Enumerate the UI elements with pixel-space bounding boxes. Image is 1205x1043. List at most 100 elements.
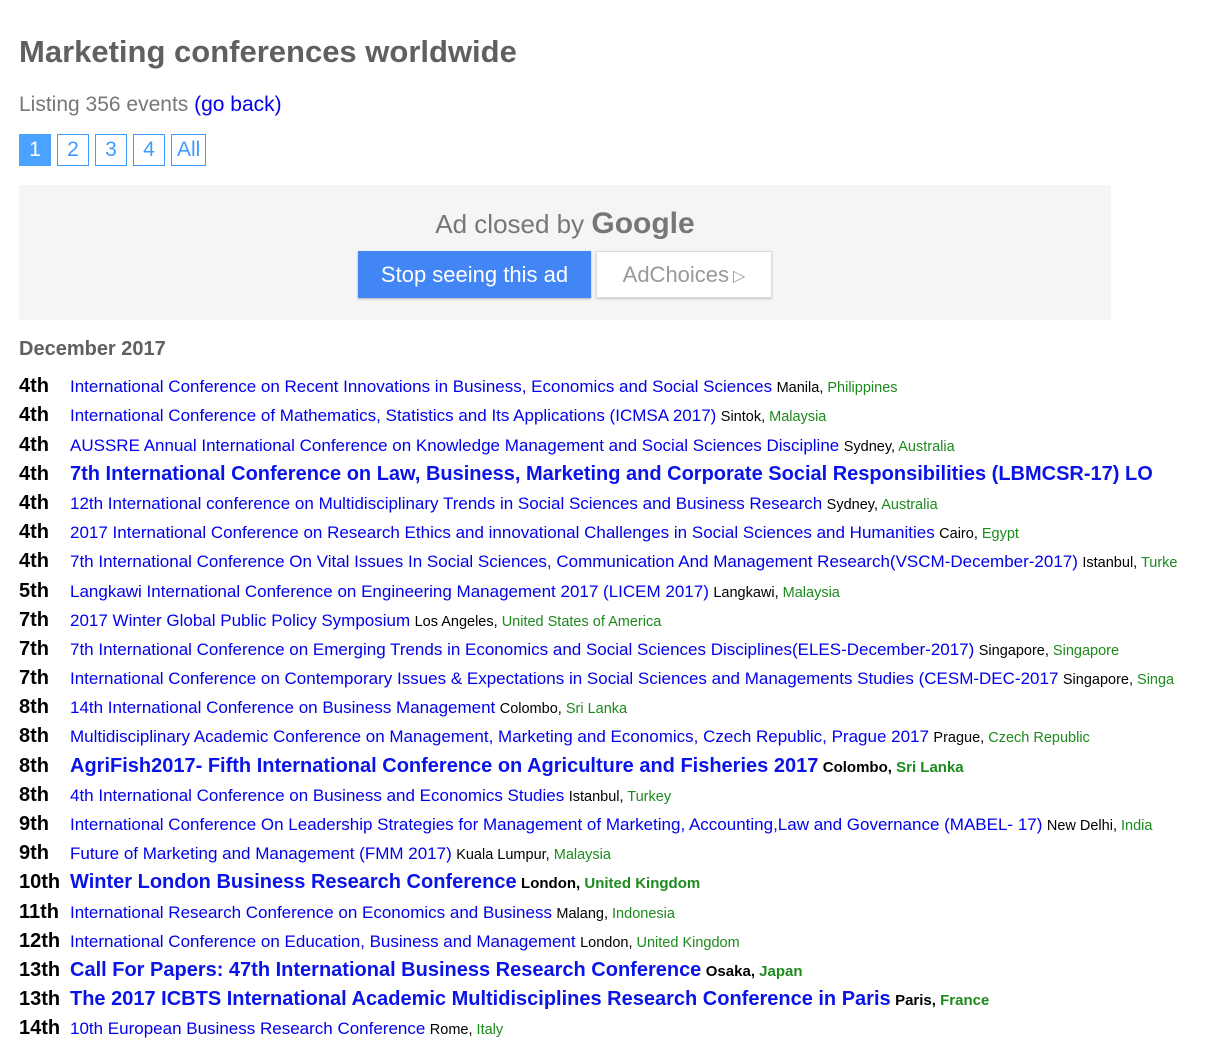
event-country: United States of America — [501, 613, 662, 630]
event-day: 8th — [19, 783, 49, 806]
event-city: Singapore — [1062, 672, 1129, 689]
event-row: 7th International Conference on Contempor… — [19, 664, 1205, 693]
event-row: 11th International Research Conference on… — [19, 897, 1205, 926]
event-row: 4th AUSSRE Annual International Conferenc… — [19, 430, 1205, 459]
stop-seeing-ad-button[interactable]: Stop seeing this ad — [358, 251, 591, 298]
event-title-link[interactable]: 4th International Conference on Business… — [70, 786, 564, 805]
event-day: 11th — [19, 900, 60, 923]
event-row: 13th The 2017 ICBTS International Academi… — [19, 985, 1205, 1014]
event-info: Future of Marketing and Management (FMM … — [70, 844, 611, 864]
event-day: 10th — [19, 871, 61, 894]
page-button-all[interactable]: All — [171, 134, 207, 166]
event-city: London — [521, 875, 577, 893]
event-city: Osaka — [705, 962, 751, 980]
event-day: 14th — [19, 1017, 61, 1040]
event-day: 4th — [19, 433, 49, 456]
event-day: 5th — [19, 579, 49, 602]
event-day: 4th — [19, 491, 49, 514]
event-title-link[interactable]: AgriFish2017- Fifth International Confer… — [70, 755, 818, 777]
event-info: International Conference on Contemporary… — [70, 669, 1175, 689]
event-title-link[interactable]: International Conference of Mathematics,… — [70, 406, 716, 425]
event-title-link[interactable]: Langkawi International Conference on Eng… — [70, 582, 709, 601]
event-day: 4th — [19, 375, 49, 398]
adchoices-button[interactable]: AdChoices ▷ — [596, 251, 772, 298]
event-title-link[interactable]: 14th International Conference on Busines… — [70, 698, 495, 717]
event-country: Sri Lanka — [896, 758, 964, 776]
event-day: 8th — [19, 754, 49, 777]
event-info: 2017 Winter Global Public Policy Symposi… — [70, 610, 662, 630]
event-country: Malaysia — [769, 409, 827, 426]
event-info: 12th International conference on Multidi… — [70, 493, 938, 513]
event-day: 4th — [19, 462, 49, 485]
event-title-link[interactable]: Winter London Business Research Conferen… — [70, 871, 517, 893]
event-row: 4th 7th International Conference on Law, … — [19, 460, 1205, 489]
event-day: 13th — [19, 988, 61, 1011]
event-city: Langkawi — [713, 584, 775, 601]
event-row: 9th International Conference On Leadershi… — [19, 810, 1205, 839]
event-info: International Conference of Mathematics,… — [70, 406, 827, 426]
go-back-link[interactable]: (go back) — [194, 93, 282, 116]
event-info: International Conference on Recent Innov… — [70, 377, 898, 397]
ad-closed-panel: Ad closed by Google Stop seeing this ad … — [19, 185, 1111, 320]
event-city: Rome — [429, 1022, 469, 1039]
page-button-1[interactable]: 1 — [19, 134, 51, 166]
event-info: 4th International Conference on Business… — [70, 785, 672, 805]
event-info: Winter London Business Research Conferen… — [70, 871, 701, 894]
event-country: Czech Republic — [988, 730, 1090, 747]
ad-closed-text: Ad closed by — [435, 209, 592, 239]
event-info: 7th International Conference On Vital Is… — [70, 552, 1178, 572]
event-row: 7th 7th International Conference on Emerg… — [19, 635, 1205, 664]
event-city: Singapore — [978, 642, 1045, 659]
event-title-link[interactable]: 10th European Business Research Conferen… — [70, 1019, 425, 1038]
event-city: Los Angeles — [414, 613, 494, 630]
event-city: Sydney — [826, 496, 874, 513]
event-row: 5th Langkawi International Conference on … — [19, 576, 1205, 605]
page-button-4[interactable]: 4 — [133, 134, 165, 166]
event-title-link[interactable]: The 2017 ICBTS International Academic Mu… — [70, 988, 891, 1010]
page-button-2[interactable]: 2 — [57, 134, 89, 166]
event-country: India — [1121, 818, 1153, 834]
event-title-link[interactable]: 7th International Conference on Emerging… — [70, 640, 974, 659]
event-title-link[interactable]: International Research Conference on Eco… — [70, 903, 552, 922]
event-country: Turke — [1140, 555, 1178, 572]
event-title-link[interactable]: 2017 Winter Global Public Policy Symposi… — [70, 611, 410, 630]
event-title-link[interactable]: AUSSRE Annual International Conference o… — [70, 436, 839, 455]
event-title-link[interactable]: International Conference on Contemporary… — [70, 669, 1058, 688]
event-row: 10th Winter London Business Research Conf… — [19, 868, 1205, 897]
event-title-link[interactable]: 7th International Conference on Law, Bus… — [70, 463, 1153, 485]
event-city: Kuala Lumpur — [456, 847, 546, 864]
event-row: 4th 12th International conference on Mult… — [19, 489, 1205, 518]
event-city: Istanbul — [1082, 555, 1134, 572]
event-city: Manila — [776, 380, 820, 397]
month-heading: December 2017 — [19, 338, 166, 360]
event-row: 4th International Conference of Mathemati… — [19, 401, 1205, 430]
event-row: 14th 10th European Business Research Conf… — [19, 1014, 1205, 1043]
page-button-3[interactable]: 3 — [95, 134, 127, 166]
event-title-link[interactable]: Call For Papers: 47th International Busi… — [70, 959, 701, 981]
event-title-link[interactable]: International Conference on Recent Innov… — [70, 377, 772, 396]
event-title-link[interactable]: Multidisciplinary Academic Conference on… — [70, 727, 929, 746]
event-day: 13th — [19, 958, 61, 981]
event-title-link[interactable]: 2017 International Conference on Researc… — [70, 523, 935, 542]
event-day: 9th — [19, 842, 49, 865]
event-title-link[interactable]: International Conference On Leadership S… — [70, 815, 1042, 834]
event-title-link[interactable]: International Conference on Education, B… — [70, 932, 576, 951]
event-day: 7th — [19, 608, 49, 631]
event-country: Philippines — [827, 380, 898, 397]
event-country: Sri Lanka — [565, 701, 628, 718]
adchoices-label: AdChoices — [622, 262, 730, 287]
event-row: 8th 4th International Conference on Busin… — [19, 781, 1205, 810]
event-info: 14th International Conference on Busines… — [70, 698, 628, 718]
google-logo: Google — [591, 207, 695, 240]
event-title-link[interactable]: 12th International conference on Multidi… — [70, 494, 822, 513]
event-title-link[interactable]: Future of Marketing and Management (FMM … — [70, 844, 452, 863]
event-city: Cairo — [939, 526, 974, 543]
event-city: New Delhi — [1046, 818, 1113, 834]
event-info: Call For Papers: 47th International Busi… — [70, 958, 803, 981]
event-country: Egypt — [981, 526, 1019, 543]
event-info: International Research Conference on Eco… — [70, 902, 675, 922]
event-title-link[interactable]: 7th International Conference On Vital Is… — [70, 552, 1078, 571]
event-country: United Kingdom — [636, 934, 740, 951]
event-day: 9th — [19, 813, 49, 835]
event-day: 4th — [19, 404, 49, 427]
